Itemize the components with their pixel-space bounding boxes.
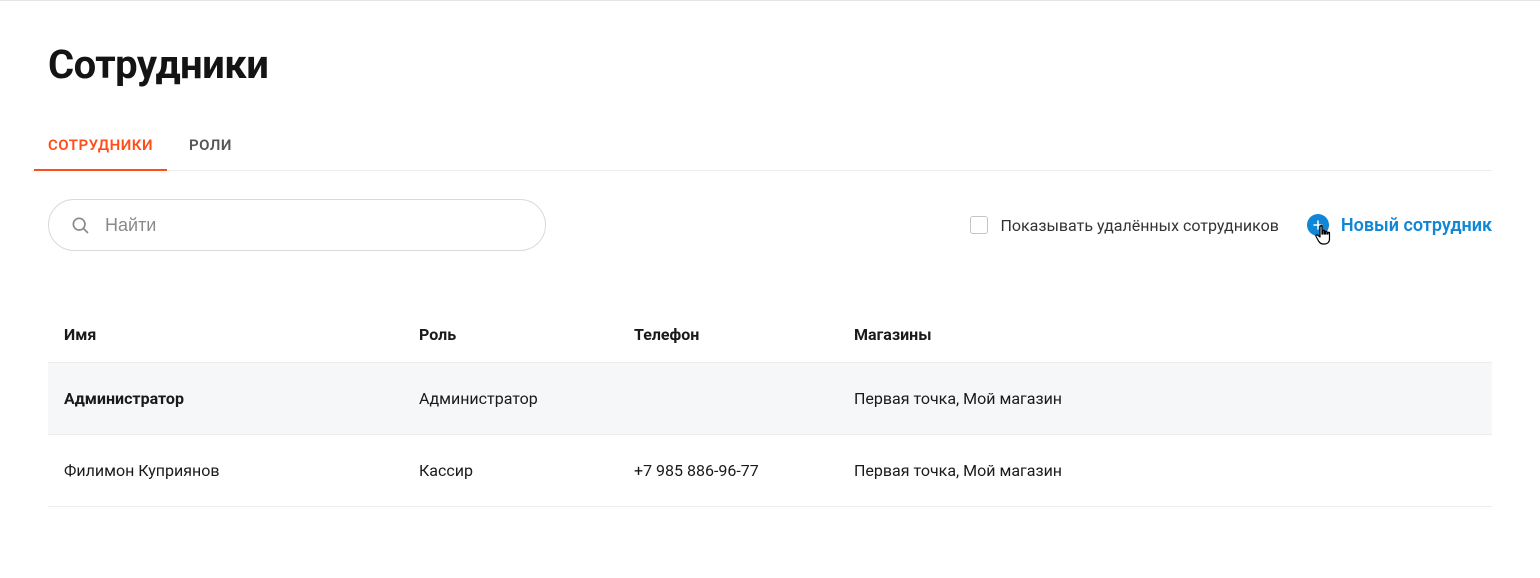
table-header-row: Имя Роль Телефон Магазины: [48, 307, 1492, 363]
employees-table: Имя Роль Телефон Магазины Администратор …: [48, 307, 1492, 507]
tabs: СОТРУДНИКИ РОЛИ: [48, 136, 1492, 171]
tab-employees[interactable]: СОТРУДНИКИ: [48, 136, 153, 170]
th-name[interactable]: Имя: [48, 307, 403, 363]
cell-phone: +7 985 886-96-77: [618, 435, 838, 507]
new-employee-button[interactable]: Новый сотрудник: [1307, 214, 1492, 236]
page-title: Сотрудники: [48, 41, 1492, 88]
search-icon: [70, 215, 90, 235]
table-row[interactable]: Филимон Куприянов Кассир +7 985 886-96-7…: [48, 435, 1492, 507]
th-role[interactable]: Роль: [403, 307, 618, 363]
cell-name: Филимон Куприянов: [48, 435, 403, 507]
cell-role: Администратор: [403, 363, 618, 435]
cell-shops: Первая точка, Мой магазин: [838, 363, 1492, 435]
search-input[interactable]: [48, 199, 546, 251]
cell-name: Администратор: [48, 363, 403, 435]
plus-circle-icon: [1307, 214, 1329, 236]
table-row[interactable]: Администратор Администратор Первая точка…: [48, 363, 1492, 435]
toolbar-right: Показывать удалённых сотрудников Новый с…: [970, 214, 1492, 236]
search-wrap: [48, 199, 546, 251]
toolbar: Показывать удалённых сотрудников Новый с…: [48, 199, 1492, 251]
cell-shops: Первая точка, Мой магазин: [838, 435, 1492, 507]
tab-roles[interactable]: РОЛИ: [189, 136, 232, 170]
th-shops[interactable]: Магазины: [838, 307, 1492, 363]
cell-phone: [618, 363, 838, 435]
show-deleted-toggle[interactable]: Показывать удалённых сотрудников: [970, 216, 1278, 235]
th-phone[interactable]: Телефон: [618, 307, 838, 363]
checkbox-icon: [970, 216, 988, 234]
new-employee-label: Новый сотрудник: [1341, 215, 1492, 236]
cell-role: Кассир: [403, 435, 618, 507]
show-deleted-label: Показывать удалённых сотрудников: [1000, 216, 1278, 235]
